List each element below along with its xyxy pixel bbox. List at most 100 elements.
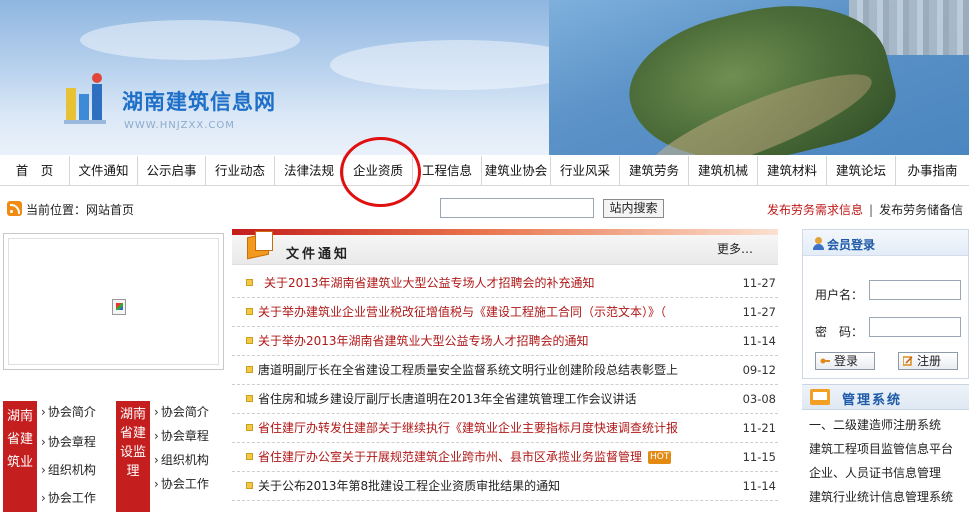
location-bar: 当前位置：网站首页 站内搜索 发布劳务需求信息 | 发布劳务储备信 bbox=[0, 196, 969, 222]
notices-list: 关于2013年湖南省建筑业大型公益专场人才招聘会的补充通知 11-27 关于举办建… bbox=[232, 269, 778, 501]
news-date: 09-12 bbox=[742, 363, 776, 377]
construction-association-panel: 湖南省建筑业 协会简介 协会章程 组织机构 协会工作 bbox=[3, 401, 113, 512]
login-button-label: 登录 bbox=[834, 354, 859, 368]
bullet-icon bbox=[246, 337, 253, 344]
list-item[interactable]: 关于公布2013年第8批建设工程企业资质审批结果的通知 11-14 bbox=[232, 472, 778, 501]
nav-notices[interactable]: 文件通知 bbox=[70, 156, 138, 186]
assoc1-intro-link[interactable]: 协会简介 bbox=[41, 403, 111, 433]
bullet-icon bbox=[246, 424, 253, 431]
username-field[interactable] bbox=[869, 280, 961, 300]
list-item[interactable]: 省住建厅办转发住建部关于继续执行《建筑业企业主要指标月度快速调查统计报 11-21 bbox=[232, 414, 778, 443]
certificate-management-link[interactable]: 企业、人员证书信息管理 bbox=[809, 464, 941, 481]
news-date: 11-14 bbox=[742, 479, 776, 493]
post-labor-demand-link[interactable]: 发布劳务需求信息 bbox=[767, 203, 863, 217]
management-header: 管理系统 bbox=[802, 384, 969, 410]
bullet-icon bbox=[246, 366, 253, 373]
constructor-registration-link[interactable]: 一、二级建造师注册系统 bbox=[809, 416, 941, 433]
supervision-association-title: 湖南省建设监理 bbox=[116, 401, 150, 512]
documents-icon bbox=[247, 229, 275, 260]
news-title[interactable]: 关于举办2013年湖南省建筑业大型公益专场人才招聘会的通知 bbox=[258, 327, 704, 355]
management-title: 管理系统 bbox=[842, 393, 903, 408]
nav-home[interactable]: 首 页 bbox=[0, 156, 70, 186]
nav-guide[interactable]: 办事指南 bbox=[896, 156, 969, 186]
password-field[interactable] bbox=[869, 317, 961, 337]
post-links: 发布劳务需求信息 | 发布劳务储备信 bbox=[767, 201, 963, 218]
nav-labor[interactable]: 建筑劳务 bbox=[620, 156, 689, 186]
notices-panel: 文件通知 更多… 关于2013年湖南省建筑业大型公益专场人才招聘会的补充通知 11… bbox=[232, 229, 778, 512]
news-title[interactable]: 关于举办建筑业企业营业税改征增值税与《建设工程施工合同（示范文本）》（ bbox=[258, 298, 704, 326]
news-title[interactable]: 关于2013年湖南省建筑业大型公益专场人才招聘会的补充通知 bbox=[264, 269, 710, 297]
list-item[interactable]: 省住建厅办公室关于开展规范建筑企业跨市州、县市区承揽业务监督管理 HOT 11-15 bbox=[232, 443, 778, 472]
assoc2-charter-link[interactable]: 协会章程 bbox=[154, 427, 224, 451]
assoc1-org-link[interactable]: 组织机构 bbox=[41, 461, 111, 489]
list-item[interactable]: 关于2013年湖南省建筑业大型公益专场人才招聘会的补充通知 11-27 bbox=[232, 269, 778, 298]
nav-association[interactable]: 建筑业协会 bbox=[482, 156, 551, 186]
nav-showcase[interactable]: 行业风采 bbox=[551, 156, 620, 186]
nav-laws[interactable]: 法律法规 bbox=[275, 156, 344, 186]
news-date: 11-15 bbox=[742, 450, 776, 464]
register-button-label: 注册 bbox=[917, 354, 942, 368]
news-date: 03-08 bbox=[742, 392, 776, 406]
ad-panel[interactable] bbox=[3, 233, 224, 370]
monitor-icon bbox=[810, 389, 830, 405]
assoc1-charter-link[interactable]: 协会章程 bbox=[41, 433, 111, 461]
nav-announcements[interactable]: 公示启事 bbox=[138, 156, 206, 186]
login-title: 会员登录 bbox=[827, 238, 876, 252]
construction-association-title: 湖南省建筑业 bbox=[3, 401, 37, 512]
project-supervision-link[interactable]: 建筑工程项目监管信息平台 bbox=[809, 440, 953, 457]
nav-industry-news[interactable]: 行业动态 bbox=[206, 156, 275, 186]
hot-badge: HOT bbox=[648, 451, 672, 464]
user-icon bbox=[812, 237, 825, 250]
supervision-association-links: 协会简介 协会章程 组织机构 协会工作 bbox=[154, 403, 224, 502]
bullet-icon bbox=[246, 482, 253, 489]
notices-header: 文件通知 更多… bbox=[232, 231, 778, 265]
nav-machinery[interactable]: 建筑机械 bbox=[689, 156, 758, 186]
site-url: WWW.HNJZXX.COM bbox=[124, 120, 235, 131]
list-item[interactable]: 关于举办建筑业企业营业税改征增值税与《建设工程施工合同（示范文本）》（ 11-27 bbox=[232, 298, 778, 327]
list-item[interactable]: 省住房和城乡建设厅副厅长唐道明在2013年全省建筑管理工作会议讲话 03-08 bbox=[232, 385, 778, 414]
management-systems-panel: 管理系统 一、二级建造师注册系统 建筑工程项目监管信息平台 企业、人员证书信息管… bbox=[802, 384, 969, 512]
banner-cloud bbox=[80, 20, 300, 60]
bullet-icon bbox=[246, 395, 253, 402]
assoc2-intro-link[interactable]: 协会简介 bbox=[154, 403, 224, 427]
news-title[interactable]: 唐道明副厅长在全省建设工程质量安全监督系统文明行业创建阶段总结表彰暨上 bbox=[258, 356, 704, 384]
header-banner: 湖南建筑信息网 WWW.HNJZXX.COM bbox=[0, 0, 969, 155]
news-title-wrap[interactable]: 省住建厅办公室关于开展规范建筑企业跨市州、县市区承揽业务监督管理 HOT bbox=[258, 443, 704, 471]
bullet-icon bbox=[246, 308, 253, 315]
bullet-icon bbox=[246, 453, 253, 460]
list-item[interactable]: 关于举办2013年湖南省建筑业大型公益专场人才招聘会的通知 11-14 bbox=[232, 327, 778, 356]
notices-more-link[interactable]: 更多… bbox=[717, 240, 753, 257]
broken-image-icon bbox=[112, 299, 126, 315]
nav-projects[interactable]: 工程信息 bbox=[413, 156, 482, 186]
notices-title: 文件通知 bbox=[286, 247, 351, 262]
news-date: 11-14 bbox=[742, 334, 776, 348]
news-title[interactable]: 关于公布2013年第8批建设工程企业资质审批结果的通知 bbox=[258, 472, 704, 500]
assoc2-org-link[interactable]: 组织机构 bbox=[154, 451, 224, 475]
edit-icon bbox=[903, 356, 913, 366]
rss-icon[interactable] bbox=[7, 201, 22, 216]
search-button[interactable]: 站内搜索 bbox=[603, 199, 664, 218]
key-icon bbox=[820, 358, 830, 364]
register-button[interactable]: 注册 bbox=[898, 352, 958, 370]
link-separator: | bbox=[869, 203, 874, 217]
username-label: 用户名： bbox=[815, 288, 864, 302]
list-item[interactable]: 唐道明副厅长在全省建设工程质量安全监督系统文明行业创建阶段总结表彰暨上 09-12 bbox=[232, 356, 778, 385]
post-labor-reserve-link[interactable]: 发布劳务储备信 bbox=[879, 203, 963, 217]
password-label: 密 码： bbox=[815, 325, 864, 339]
construction-association-links: 协会简介 协会章程 组织机构 协会工作 bbox=[41, 403, 111, 516]
search-input[interactable] bbox=[440, 198, 594, 218]
nav-materials[interactable]: 建筑材料 bbox=[758, 156, 827, 186]
breadcrumb: 当前位置：网站首页 bbox=[26, 203, 135, 217]
nav-qualification[interactable]: 企业资质 bbox=[344, 156, 413, 186]
news-title[interactable]: 省住房和城乡建设厅副厅长唐道明在2013年全省建筑管理工作会议讲话 bbox=[258, 385, 704, 413]
news-date: 11-27 bbox=[742, 276, 776, 290]
login-button[interactable]: 登录 bbox=[815, 352, 875, 370]
login-header: 会员登录 bbox=[803, 230, 968, 256]
bullet-icon bbox=[246, 279, 253, 286]
news-title: 省住建厅办公室关于开展规范建筑企业跨市州、县市区承揽业务监督管理 bbox=[258, 450, 643, 464]
assoc2-work-link[interactable]: 协会工作 bbox=[154, 475, 224, 502]
news-title[interactable]: 省住建厅办转发住建部关于继续执行《建筑业企业主要指标月度快速调查统计报 bbox=[258, 414, 704, 442]
nav-forum[interactable]: 建筑论坛 bbox=[827, 156, 896, 186]
statistics-system-link[interactable]: 建筑行业统计信息管理系统 bbox=[809, 488, 953, 505]
main-nav: 首 页 文件通知 公示启事 行业动态 法律法规 企业资质 工程信息 建筑业协会 … bbox=[0, 156, 969, 186]
